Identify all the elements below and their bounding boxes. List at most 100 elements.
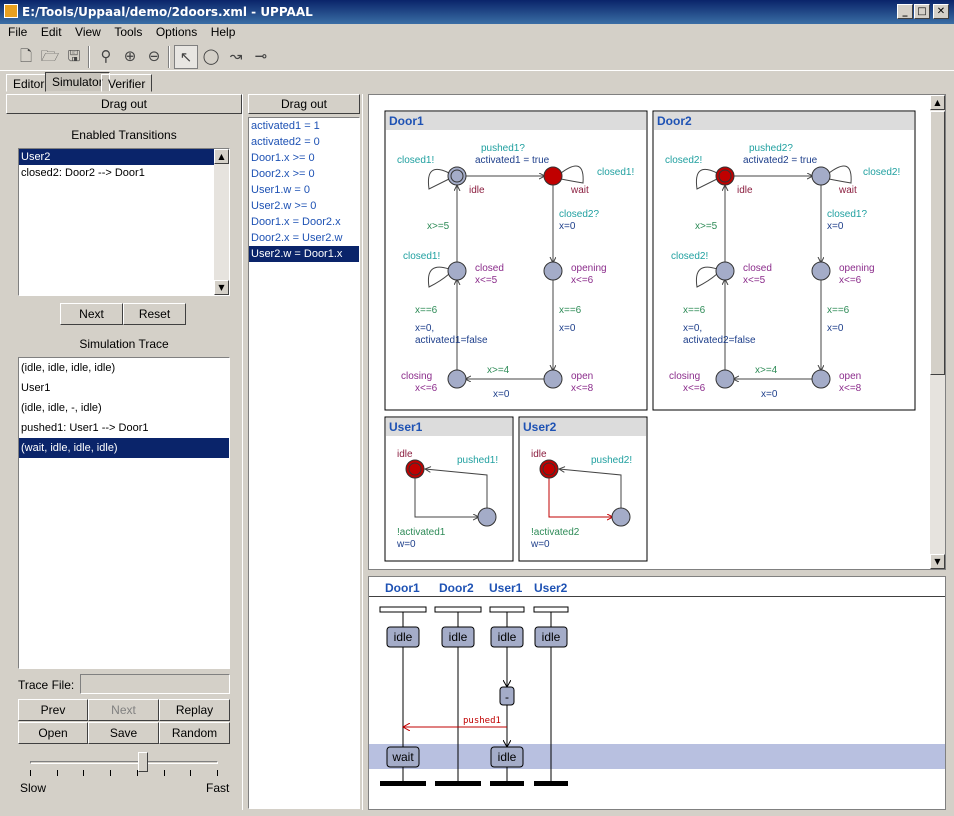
user2-title: User2 <box>523 420 557 434</box>
label: closing <box>401 371 432 382</box>
trace-item[interactable]: pushed1: User1 --> Door1 <box>19 418 229 438</box>
title-bar: E:/Tools/Uppaal/demo/2doors.xml - UPPAAL… <box>0 0 954 24</box>
scroll-up-icon[interactable]: ▲ <box>214 149 229 164</box>
door2-title: Door2 <box>657 114 692 128</box>
variable-item[interactable]: User2.w >= 0 <box>249 198 359 214</box>
label: x=0 <box>827 221 844 232</box>
variable-item[interactable]: User2.w = Door1.x <box>249 246 359 262</box>
minimize-button[interactable]: _ <box>897 4 913 19</box>
new-file-icon[interactable]: 🗋 <box>14 45 38 69</box>
label: x<=6 <box>839 275 862 286</box>
next-button[interactable]: Next <box>60 303 123 325</box>
close-button[interactable]: ✕ <box>933 4 949 19</box>
label: activated2=false <box>683 335 756 346</box>
nail-tool-icon[interactable]: ⊸ <box>249 45 273 69</box>
label: closed <box>743 263 772 274</box>
label: x==6 <box>559 305 582 316</box>
drag-out-button[interactable]: Drag out <box>248 94 360 114</box>
msc-state: wait <box>391 750 414 764</box>
select-tool-icon[interactable]: ↖ <box>174 45 198 69</box>
label: x<=5 <box>743 275 766 286</box>
label: closed2! <box>671 251 708 262</box>
enabled-transitions-list[interactable]: User2 closed2: Door2 --> Door1 ▲ ▼ <box>18 148 230 296</box>
trace-item[interactable]: User1 <box>19 378 229 398</box>
location-tool-icon[interactable]: ◯ <box>199 45 223 69</box>
splitter[interactable] <box>362 94 366 810</box>
random-button[interactable]: Random <box>159 722 230 744</box>
scroll-thumb[interactable] <box>930 111 945 375</box>
drag-out-button[interactable]: Drag out <box>6 94 242 114</box>
variable-item[interactable]: User1.w = 0 <box>249 182 359 198</box>
label: wait <box>838 185 857 196</box>
label: closed2! <box>863 167 900 178</box>
scrollbar[interactable]: ▲ ▼ <box>214 149 229 295</box>
scroll-down-icon[interactable]: ▼ <box>214 280 229 295</box>
scrollbar[interactable]: ▲ ▼ <box>930 95 945 569</box>
open-file-icon[interactable]: 🗁 <box>38 45 62 69</box>
zoom-out-icon[interactable]: ⊖ <box>142 45 166 69</box>
tab-verifier[interactable]: Verifier <box>101 74 153 92</box>
label: pushed2? <box>749 143 793 154</box>
variables-list[interactable]: activated1 = 1 activated2 = 0 Door1.x >=… <box>248 117 360 809</box>
menu-view[interactable]: View <box>67 24 101 39</box>
msc-view[interactable]: Door1 Door2 User1 User2 idle idle idle i… <box>368 576 946 810</box>
tab-simulator[interactable]: Simulator <box>45 72 110 92</box>
menu-tools[interactable]: Tools <box>106 24 142 39</box>
next-trace-button[interactable]: Next <box>88 699 159 721</box>
zoom-in-icon[interactable]: ⊕ <box>118 45 142 69</box>
label: x>=5 <box>427 221 450 232</box>
user1-title: User1 <box>389 420 423 434</box>
variable-item[interactable]: activated2 = 0 <box>249 134 359 150</box>
menu-file[interactable]: File <box>0 24 27 39</box>
variable-item[interactable]: Door1.x >= 0 <box>249 150 359 166</box>
trace-item[interactable]: (idle, idle, -, idle) <box>19 398 229 418</box>
process-canvas: Door1 pushed1? activated1 = true closed1… <box>384 110 916 562</box>
reset-button[interactable]: Reset <box>123 303 186 325</box>
trace-file-label: Trace File: <box>18 678 75 692</box>
trace-file-field[interactable] <box>80 674 230 694</box>
variable-item[interactable]: Door1.x = Door2.x <box>249 214 359 230</box>
trace-item[interactable]: (wait, idle, idle, idle) <box>19 438 229 458</box>
menu-options[interactable]: Options <box>148 24 197 39</box>
label: closed <box>475 263 504 274</box>
save-icon[interactable]: 🖫 <box>62 45 86 69</box>
label: closed1! <box>403 251 440 262</box>
edge-tool-icon[interactable]: ↝ <box>224 45 248 69</box>
list-item[interactable]: User2 <box>19 149 214 165</box>
open-button[interactable]: Open <box>18 722 88 744</box>
scroll-down-icon[interactable]: ▼ <box>930 554 945 569</box>
toolbar-separator <box>88 46 90 68</box>
label: x>=5 <box>695 221 718 232</box>
zoom-icon[interactable]: ⚲ <box>94 45 118 69</box>
label: idle <box>469 185 485 196</box>
menu-edit[interactable]: Edit <box>33 24 62 39</box>
scroll-up-icon[interactable]: ▲ <box>930 95 945 110</box>
splitter[interactable] <box>242 94 246 810</box>
label: x<=6 <box>571 275 594 286</box>
simulation-trace-list[interactable]: (idle, idle, idle, idle) User1 (idle, id… <box>18 357 230 669</box>
save-button[interactable]: Save <box>88 722 159 744</box>
trace-item[interactable]: (idle, idle, idle, idle) <box>19 358 229 378</box>
variable-item[interactable]: Door2.x = User2.w <box>249 230 359 246</box>
menu-bar: File Edit View Tools Options Help <box>0 24 954 42</box>
replay-button[interactable]: Replay <box>159 699 230 721</box>
process-view[interactable]: Door1 pushed1? activated1 = true closed1… <box>368 94 946 570</box>
msc-state: idle <box>498 630 517 644</box>
maximize-button[interactable]: □ <box>914 4 930 19</box>
list-item[interactable]: closed2: Door2 --> Door1 <box>19 165 229 181</box>
speed-slider-track[interactable] <box>30 761 218 764</box>
prev-button[interactable]: Prev <box>18 699 88 721</box>
label: pushed1! <box>457 455 498 466</box>
label: activated2 = true <box>743 155 818 166</box>
variable-item[interactable]: Door2.x >= 0 <box>249 166 359 182</box>
speed-slider-knob[interactable] <box>137 752 148 772</box>
msc-column-user2: User2 <box>534 581 568 595</box>
label: opening <box>839 263 875 274</box>
slider-tick <box>217 770 218 776</box>
label: !activated2 <box>531 527 580 538</box>
label: idle <box>397 449 413 460</box>
menu-help[interactable]: Help <box>203 24 236 39</box>
label: x>=4 <box>487 365 510 376</box>
variable-item[interactable]: activated1 = 1 <box>249 118 359 134</box>
label: activated1 = true <box>475 155 550 166</box>
